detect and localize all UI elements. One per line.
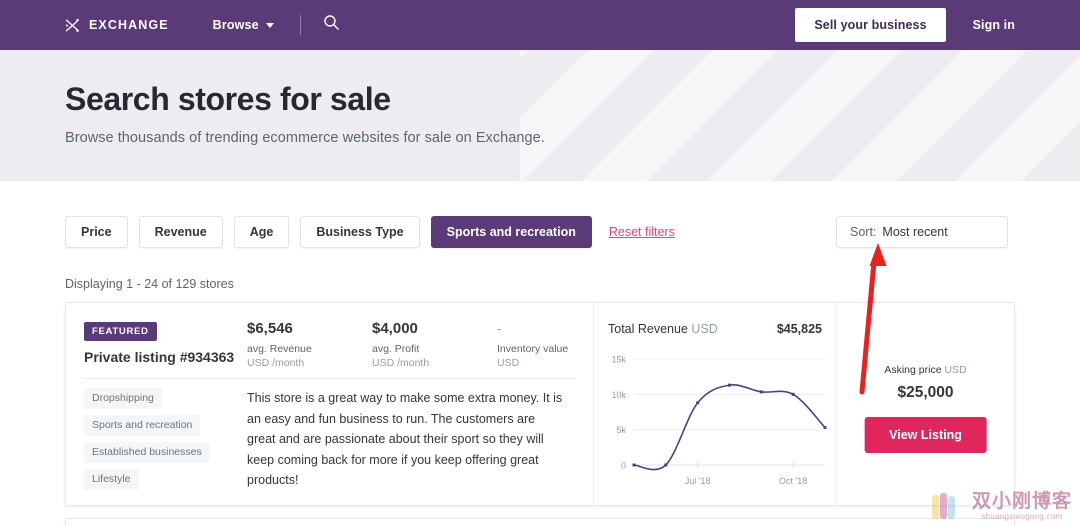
watermark-logo-icon	[931, 490, 965, 522]
watermark: 双小刚博客 shuangxiaogang.com	[931, 490, 1072, 522]
metric-label: avg. Profit	[372, 342, 497, 356]
watermark-text: 双小刚博客 shuangxiaogang.com	[972, 491, 1072, 521]
chart-data-point	[728, 384, 731, 387]
listing-price-panel: Asking price USD $25,000 View Listing	[837, 303, 1014, 505]
sort-selected-value: Most recent	[882, 225, 947, 239]
metric-sublabel: USD /month	[247, 356, 372, 370]
filter-bar: Price Revenue Age Business Type Sports a…	[65, 216, 675, 248]
watermark-title: 双小刚博客	[972, 491, 1072, 512]
page-subtitle: Browse thousands of trending ecommerce w…	[65, 130, 1080, 146]
nav-left-group: EXCHANGE Browse	[0, 14, 340, 36]
exchange-logo[interactable]: EXCHANGE	[65, 18, 169, 33]
filter-age-button[interactable]: Age	[234, 216, 290, 248]
nav-right-group: Sell your business Sign in	[795, 8, 1080, 42]
chart-title-text: Total Revenue	[608, 322, 688, 336]
metric-value: $4,000	[372, 319, 497, 338]
filter-revenue-button[interactable]: Revenue	[139, 216, 223, 248]
search-icon	[323, 14, 340, 36]
chart-ytick-label: 5k	[616, 425, 626, 435]
sort-label: Sort:	[850, 225, 876, 239]
chart-data-point	[792, 393, 795, 396]
top-navigation-bar: EXCHANGE Browse Sell your business Sign …	[0, 0, 1080, 50]
sort-dropdown[interactable]: Sort: Most recent	[836, 216, 1008, 248]
chart-data-point	[664, 464, 667, 467]
chart-ytick-label: 15k	[611, 355, 626, 365]
list-item[interactable]: Dropshipping	[84, 388, 162, 409]
chart-data-point	[824, 426, 827, 429]
browse-label: Browse	[213, 18, 259, 32]
list-item[interactable]: Lifestyle	[84, 469, 139, 490]
metric-avg-revenue: $6,546 avg. Revenue USD /month	[247, 319, 372, 370]
chart-ytick-label: 10k	[611, 390, 626, 400]
search-button[interactable]	[323, 14, 340, 36]
page-root: EXCHANGE Browse Sell your business Sign …	[0, 0, 1080, 526]
chevron-down-icon	[266, 23, 274, 28]
chart-xtick-label: Jul '18	[685, 476, 711, 486]
list-item[interactable]: Sports and recreation	[84, 415, 200, 436]
shuffle-icon	[65, 18, 80, 33]
page-title: Search stores for sale	[65, 79, 1080, 119]
listing-title[interactable]: Private listing #934363	[84, 349, 234, 365]
revenue-line-chart: 15k 10k 5k 0 Jul '18 Oct '18	[594, 347, 837, 497]
listing-card-left: FEATURED Private listing #934363 $6,546 …	[66, 303, 594, 505]
metric-value: $6,546	[247, 319, 372, 338]
chart-data-point	[760, 390, 763, 393]
listing-card[interactable]: FEATURED Private listing #934363 $6,546 …	[65, 302, 1015, 506]
chart-total-value: $45,825	[777, 322, 822, 336]
sign-in-link[interactable]: Sign in	[973, 18, 1015, 32]
asking-price-label: Asking price USD	[837, 364, 1014, 376]
listing-card-next[interactable]	[65, 518, 1015, 526]
chart-title: Total Revenue USD	[608, 322, 718, 336]
view-listing-button[interactable]: View Listing	[864, 417, 987, 453]
chart-ytick-label: 0	[621, 461, 626, 471]
featured-badge: FEATURED	[84, 322, 157, 341]
sell-your-business-button[interactable]: Sell your business	[795, 8, 945, 42]
chart-xtick-label: Oct '18	[779, 476, 807, 486]
chart-line	[634, 385, 825, 470]
asking-price-currency: USD	[944, 364, 966, 376]
asking-price-label-text: Asking price	[884, 364, 941, 376]
results-count: Displaying 1 - 24 of 129 stores	[65, 277, 234, 291]
hero-content: Search stores for sale Browse thousands …	[0, 50, 1080, 146]
browse-menu[interactable]: Browse	[213, 18, 274, 32]
filter-sports-and-recreation-button[interactable]: Sports and recreation	[431, 216, 592, 248]
metric-label: avg. Revenue	[247, 342, 372, 356]
asking-price-value: $25,000	[837, 384, 1014, 402]
listing-chart-panel: Total Revenue USD $45,825 15k 10k 5k 0 Jul '…	[594, 303, 837, 505]
card-divider	[84, 378, 576, 379]
logo-text: EXCHANGE	[89, 18, 169, 32]
reset-filters-link[interactable]: Reset filters	[609, 225, 675, 239]
metric-avg-profit: $4,000 avg. Profit USD /month	[372, 319, 497, 370]
chart-data-point	[633, 464, 636, 467]
list-item[interactable]: Established businesses	[84, 442, 210, 463]
listing-metrics: $6,546 avg. Revenue USD /month $4,000 av…	[247, 319, 622, 370]
listing-description: This store is a great way to make some e…	[247, 388, 567, 491]
chart-title-currency: USD	[691, 322, 717, 336]
metric-sublabel: USD /month	[372, 356, 497, 370]
listing-tags: Dropshipping Sports and recreation Estab…	[84, 388, 234, 496]
hero-section: Search stores for sale Browse thousands …	[0, 50, 1080, 181]
chart-header: Total Revenue USD $45,825	[608, 322, 822, 336]
chart-data-point	[696, 401, 699, 404]
filter-business-type-button[interactable]: Business Type	[300, 216, 419, 248]
watermark-url: shuangxiaogang.com	[981, 512, 1062, 521]
filter-price-button[interactable]: Price	[65, 216, 128, 248]
nav-divider	[300, 15, 301, 35]
